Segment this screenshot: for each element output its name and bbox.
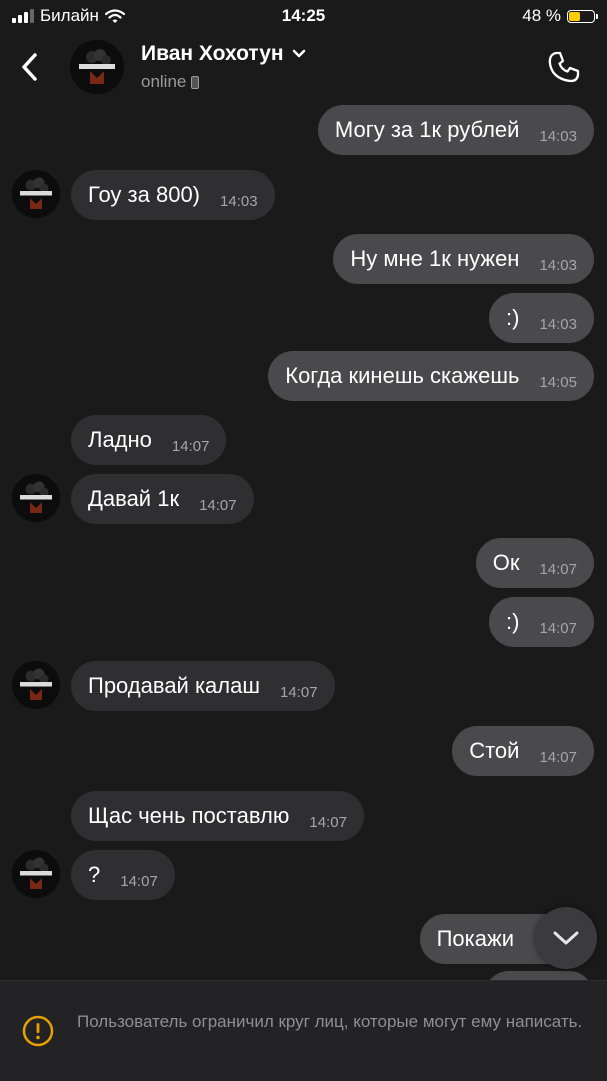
- avatar-image: [12, 850, 60, 898]
- status-right: 48 %: [522, 6, 598, 26]
- message-time: 14:07: [120, 872, 158, 890]
- outgoing-message[interactable]: Стой 14:07: [452, 726, 594, 776]
- message-text: Ну мне 1к нужен: [350, 246, 520, 271]
- contact-name[interactable]: Иван Хохотун: [141, 42, 306, 66]
- warning-icon: [22, 1015, 54, 1047]
- restriction-notice: Пользователь ограничил круг лиц, которые…: [77, 1012, 583, 1031]
- chat-header: Иван Хохотун online: [0, 32, 607, 102]
- message-text: Продавай калаш: [88, 673, 261, 698]
- chevron-down-icon: [553, 931, 579, 945]
- message-time: 14:07: [539, 619, 577, 637]
- message-text: Когда кинешь скажешь: [285, 363, 520, 388]
- status-label: online: [141, 72, 187, 91]
- outgoing-message[interactable]: Когда кинешь скажешь 14:05: [268, 351, 594, 401]
- message-time: 14:03: [539, 127, 577, 145]
- status-bar: Билайн 14:25 48 %: [0, 0, 607, 32]
- message-text: Давай 1к: [88, 486, 180, 511]
- message-text: Могу за 1к рублей: [334, 117, 520, 142]
- message-time: 14:05: [539, 373, 577, 391]
- avatar-image: [12, 661, 60, 709]
- avatar-image: [12, 474, 60, 522]
- sender-avatar[interactable]: [12, 850, 60, 898]
- contact-status: online: [141, 72, 200, 92]
- sender-avatar[interactable]: [12, 170, 60, 218]
- incoming-message[interactable]: Продавай калаш 14:07: [71, 661, 335, 711]
- outgoing-message[interactable]: Ну мне 1к нужен 14:03: [333, 234, 594, 284]
- message-time: 14:07: [171, 437, 210, 455]
- avatar-image: [70, 40, 124, 94]
- message-list[interactable]: Могу за 1к рублей 14:03 Гоу за 800) 14:03 Ну…: [0, 102, 607, 980]
- message-text: :): [506, 305, 520, 330]
- sender-avatar[interactable]: [12, 474, 60, 522]
- message-time: 14:07: [539, 560, 577, 578]
- message-time: 14:03: [539, 315, 577, 333]
- avatar-image: [12, 170, 60, 218]
- battery-icon: [567, 9, 598, 23]
- incoming-message[interactable]: ? 14:07: [71, 850, 175, 900]
- mobile-device-icon: [191, 75, 200, 89]
- status-time: 14:25: [281, 6, 326, 25]
- message-text: :): [506, 609, 520, 634]
- message-time: 14:07: [199, 496, 237, 514]
- incoming-message[interactable]: Давай 1к 14:07: [71, 474, 254, 524]
- contact-name-label: Иван Хохотун: [141, 42, 284, 65]
- call-button[interactable]: [547, 50, 581, 84]
- message-time: 14:03: [539, 256, 577, 274]
- chevron-left-icon: [22, 53, 37, 81]
- outgoing-message[interactable]: :) 14:07: [489, 597, 594, 647]
- outgoing-message-partial: [484, 971, 594, 980]
- message-time: 14:03: [220, 192, 258, 210]
- message-time: 14:07: [280, 683, 318, 701]
- sender-avatar[interactable]: [12, 661, 60, 709]
- message-text: Щас чень поставлю: [88, 803, 290, 828]
- outgoing-message[interactable]: Могу за 1к рублей 14:03: [317, 105, 594, 155]
- contact-avatar[interactable]: [70, 40, 124, 94]
- battery-level: [569, 11, 581, 21]
- message-text: Ладно: [88, 427, 152, 452]
- message-text: Ок: [492, 550, 520, 575]
- outgoing-message[interactable]: Ок 14:07: [475, 538, 594, 588]
- incoming-message[interactable]: Ладно 14:07: [71, 415, 227, 465]
- scroll-down-button[interactable]: [535, 907, 597, 969]
- chevron-down-icon: [292, 49, 305, 58]
- incoming-message[interactable]: Гоу за 800) 14:03: [71, 170, 275, 220]
- back-button[interactable]: [14, 50, 44, 84]
- outgoing-message[interactable]: :) 14:03: [489, 293, 594, 343]
- message-text: Гоу за 800): [88, 182, 201, 207]
- battery-percent: 48 %: [522, 6, 561, 25]
- restriction-footer: Пользователь ограничил круг лиц, которые…: [0, 980, 607, 1081]
- message-time: 14:07: [309, 813, 347, 831]
- message-time: 14:07: [539, 748, 577, 766]
- message-text: Стой: [469, 738, 520, 763]
- incoming-message[interactable]: Щас чень поставлю 14:07: [71, 791, 364, 841]
- phone-icon: [548, 51, 580, 83]
- message-text: ?: [88, 862, 101, 887]
- message-text: Покажи: [436, 926, 514, 951]
